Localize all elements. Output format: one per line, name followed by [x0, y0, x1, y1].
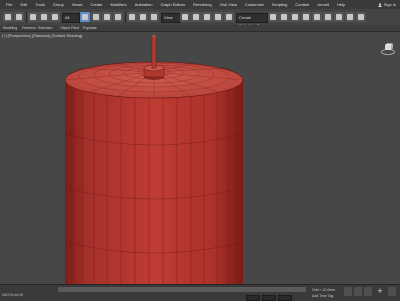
menu-customize[interactable]: Customize [245, 0, 264, 9]
menu-animation[interactable]: Animation [135, 0, 153, 9]
schematic-icon[interactable] [312, 12, 322, 22]
move-icon[interactable] [127, 12, 137, 22]
window-crossing-icon[interactable] [113, 12, 123, 22]
menu-scripting[interactable]: Scripting [272, 0, 288, 9]
select-by-name-icon[interactable] [91, 12, 101, 22]
redo-icon[interactable] [14, 12, 24, 22]
y-coordinate-field[interactable] [262, 295, 276, 301]
menu-bar: File Edit Tools Group Views Create Modif… [0, 0, 400, 9]
z-coordinate-field[interactable] [278, 295, 292, 301]
snap-icon[interactable] [191, 12, 201, 22]
toolbar-separator [26, 11, 27, 23]
menu-group[interactable]: Group [53, 0, 64, 9]
render-setup-icon[interactable] [334, 12, 344, 22]
ribbon-tab-object-paint[interactable]: Object Paint [60, 25, 79, 31]
reference-coord-dropdown[interactable]: View [161, 13, 181, 23]
angle-snap-icon[interactable] [202, 12, 212, 22]
maxscript-listener[interactable]: MAXScript Mi [2, 293, 23, 297]
viewcube-icon[interactable] [381, 42, 395, 56]
mirror-icon[interactable] [268, 12, 278, 22]
render-frame-icon[interactable] [345, 12, 355, 22]
menu-civil-view[interactable]: Civil View [220, 0, 237, 9]
menu-arnold[interactable]: Arnold [317, 0, 329, 9]
menu-rendering[interactable]: Rendering [193, 0, 211, 9]
ribbon: Modeling Freeform Selection Object Paint… [0, 25, 400, 31]
select-icon[interactable] [80, 12, 90, 22]
menu-create[interactable]: Create [90, 0, 102, 9]
percent-snap-icon[interactable] [213, 12, 223, 22]
curve-editor-icon[interactable] [301, 12, 311, 22]
menu-content[interactable]: Content [295, 0, 309, 9]
perspective-viewport[interactable]: [+] [Perspective] [Standard] [Default Sh… [0, 32, 400, 284]
add-icon[interactable]: + [376, 287, 384, 296]
menu-file[interactable]: File [6, 0, 12, 9]
ribbon-tab-selection[interactable]: Selection [38, 25, 52, 31]
render-icon[interactable] [356, 12, 366, 22]
undo-icon[interactable] [3, 12, 13, 22]
layer-icon[interactable] [290, 12, 300, 22]
sign-in-button[interactable]: Sign In [377, 1, 397, 8]
menu-edit[interactable]: Edit [20, 0, 27, 9]
set-key-icon[interactable] [354, 287, 362, 296]
main-toolbar: All View Create Selection Se [0, 9, 400, 28]
user-icon [378, 2, 382, 7]
zoom-extents-icon[interactable] [388, 287, 396, 296]
status-bar: MAXScript Mi Grid = 10.0mm Add Time Tag … [0, 284, 400, 301]
link-icon[interactable] [28, 12, 38, 22]
add-time-tag-button[interactable]: Add Time Tag [312, 294, 333, 298]
toolbar-separator [125, 11, 126, 23]
ribbon-tab-modeling[interactable]: Modeling [3, 25, 17, 31]
menu-help[interactable]: Help [337, 0, 345, 9]
pivot-icon[interactable] [180, 12, 190, 22]
sign-in-label: Sign In [383, 2, 397, 7]
rotate-icon[interactable] [138, 12, 148, 22]
menu-tools[interactable]: Tools [35, 0, 44, 9]
ribbon-tab-freeform[interactable]: Freeform [22, 25, 36, 31]
menu-modifiers[interactable]: Modifiers [110, 0, 126, 9]
rect-selection-icon[interactable] [102, 12, 112, 22]
menu-views[interactable]: Views [72, 0, 83, 9]
selection-filter-dropdown[interactable]: All [62, 13, 80, 23]
spinner-snap-icon[interactable] [224, 12, 234, 22]
menu-graph-editors[interactable]: Graph Editors [160, 0, 185, 9]
key-mode-icon[interactable] [344, 287, 352, 296]
x-coordinate-field[interactable] [246, 295, 260, 301]
time-slider[interactable] [58, 287, 306, 292]
align-icon[interactable] [279, 12, 289, 22]
grid-readout: Grid = 10.0mm [312, 288, 336, 292]
playback-icon[interactable] [364, 287, 372, 296]
bind-spacewarp-icon[interactable] [50, 12, 60, 22]
scale-icon[interactable] [149, 12, 159, 22]
unlink-icon[interactable] [39, 12, 49, 22]
named-selection-dropdown[interactable]: Create Selection Se [236, 13, 268, 28]
cylinder-model[interactable] [0, 32, 400, 284]
material-editor-icon[interactable] [323, 12, 333, 22]
menu-items: File Edit Tools Group Views Create Modif… [0, 0, 345, 9]
ribbon-tab-populate[interactable]: Populate [83, 25, 97, 31]
